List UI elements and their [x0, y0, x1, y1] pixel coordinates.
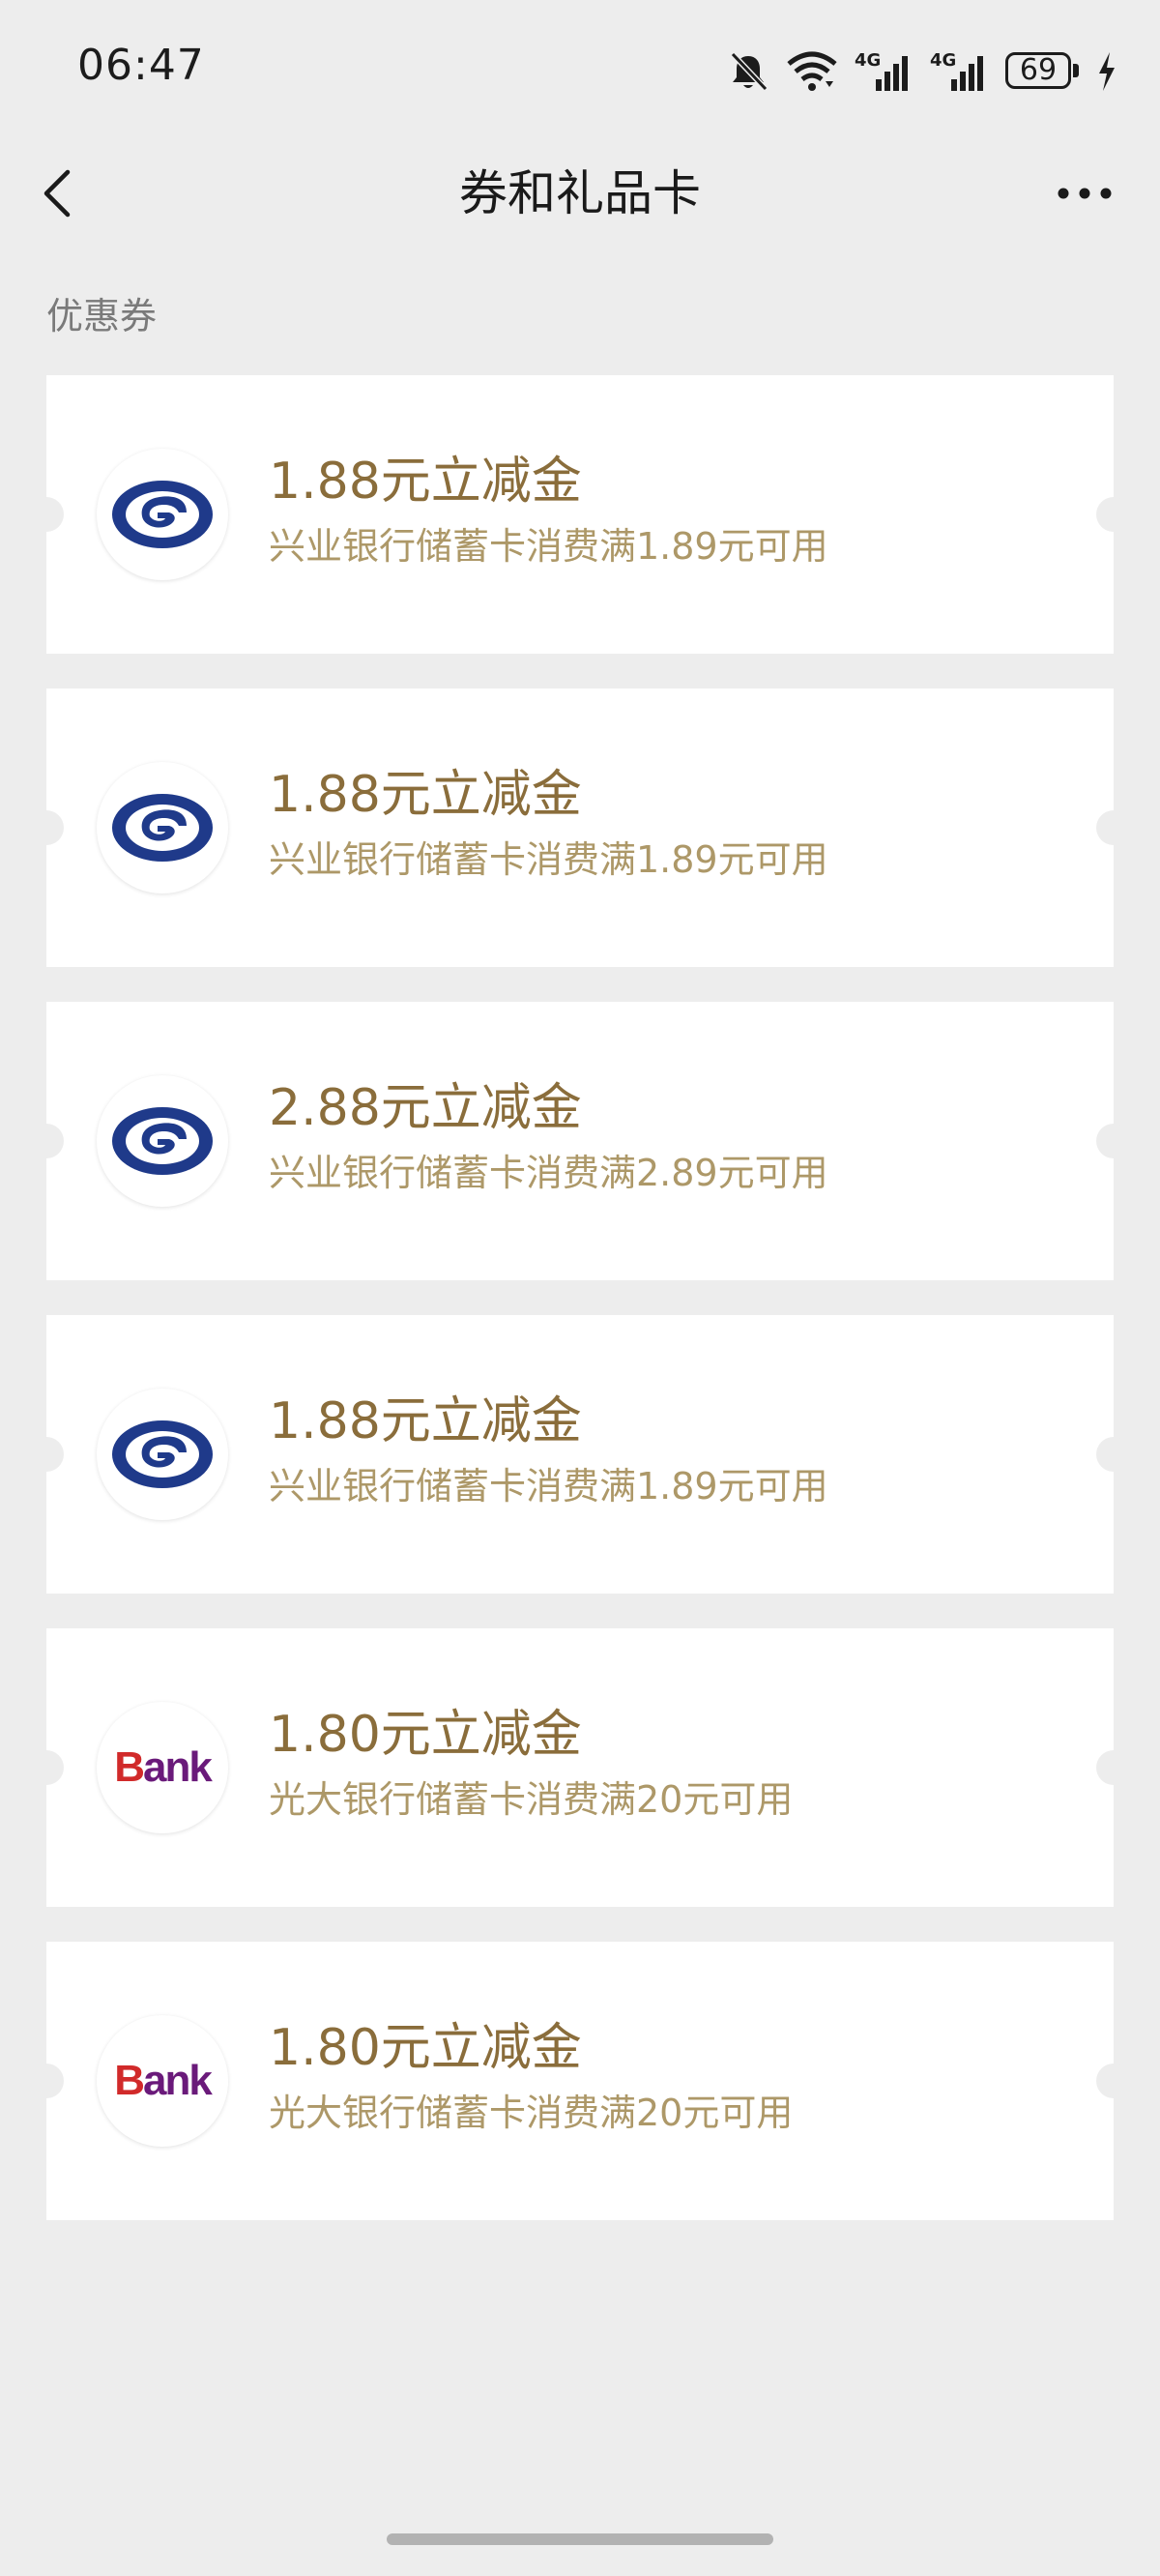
wifi-icon — [787, 50, 837, 93]
coupon-card[interactable]: Bank 1.80元立减金 光大银行储蓄卡消费满20元可用 — [29, 1628, 1131, 1907]
ticket-notch — [1096, 810, 1131, 845]
ceb-logo-icon: Bank — [97, 2015, 228, 2147]
coupon-description: 兴业银行储蓄卡消费满1.89元可用 — [269, 525, 828, 568]
cib-logo-icon — [97, 449, 228, 580]
battery-icon: 69 — [1005, 52, 1079, 91]
ticket-notch — [29, 1437, 64, 1472]
section-label-coupons: 优惠券 — [46, 295, 158, 337]
coupon-list: 1.88元立减金 兴业银行储蓄卡消费满1.89元可用 1.88元立减金 兴业银行… — [29, 375, 1131, 2255]
coupon-description: 光大银行储蓄卡消费满20元可用 — [269, 1778, 794, 1821]
charging-icon — [1096, 50, 1117, 93]
coupon-title: 1.80元立减金 — [269, 2019, 582, 2077]
coupon-card[interactable]: 2.88元立减金 兴业银行储蓄卡消费满2.89元可用 — [29, 1002, 1131, 1280]
coupon-title: 1.88元立减金 — [269, 453, 582, 511]
cib-logo-icon — [97, 1075, 228, 1207]
coupon-title: 1.88元立减金 — [269, 766, 582, 824]
nav-bar: 券和礼品卡 — [0, 135, 1160, 251]
ticket-notch — [29, 2064, 64, 2098]
coupon-card[interactable]: 1.88元立减金 兴业银行储蓄卡消费满1.89元可用 — [29, 688, 1131, 967]
ticket-notch — [1096, 497, 1131, 532]
coupon-title: 1.80元立减金 — [269, 1706, 582, 1764]
coupon-card[interactable]: Bank 1.80元立减金 光大银行储蓄卡消费满20元可用 — [29, 1942, 1131, 2220]
coupon-title: 2.88元立减金 — [269, 1079, 582, 1137]
coupon-title: 1.88元立减金 — [269, 1392, 582, 1450]
status-bar: 06:47 4G 4G 69 — [0, 0, 1160, 135]
page-title: 券和礼品卡 — [459, 165, 701, 221]
ticket-notch — [29, 810, 64, 845]
coupon-description: 兴业银行储蓄卡消费满1.89元可用 — [269, 1465, 828, 1508]
cib-logo-icon — [97, 1389, 228, 1520]
ticket-notch — [1096, 1437, 1131, 1472]
cib-logo-icon — [97, 762, 228, 893]
ticket-notch — [29, 1124, 64, 1158]
home-indicator[interactable] — [387, 2533, 773, 2545]
ceb-logo-icon: Bank — [97, 1702, 228, 1833]
ticket-notch — [1096, 1124, 1131, 1158]
coupon-card[interactable]: 1.88元立减金 兴业银行储蓄卡消费满1.89元可用 — [29, 1315, 1131, 1594]
battery-level: 69 — [1019, 53, 1058, 87]
ticket-notch — [1096, 2064, 1131, 2098]
ticket-notch — [1096, 1750, 1131, 1785]
status-time: 06:47 — [77, 41, 205, 90]
coupon-description: 光大银行储蓄卡消费满20元可用 — [269, 2092, 794, 2134]
ticket-notch — [29, 1750, 64, 1785]
status-icons: 4G 4G 69 — [727, 43, 1117, 101]
mute-bell-icon — [727, 50, 769, 93]
signal-4g-icon: 4G — [855, 50, 913, 93]
coupon-card[interactable]: 1.88元立减金 兴业银行储蓄卡消费满1.89元可用 — [29, 375, 1131, 654]
coupon-description: 兴业银行储蓄卡消费满1.89元可用 — [269, 838, 828, 881]
coupon-description: 兴业银行储蓄卡消费满2.89元可用 — [269, 1152, 828, 1194]
more-options-icon[interactable] — [1048, 164, 1125, 222]
signal-4g-icon: 4G — [930, 50, 988, 93]
ticket-notch — [29, 497, 64, 532]
